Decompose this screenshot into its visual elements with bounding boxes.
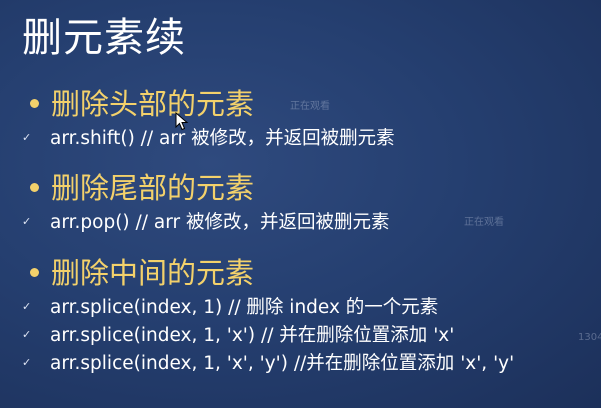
code-line: arr.shift() // arr 被修改，并返回被删元素: [50, 128, 395, 149]
list-item: ✓ arr.shift() // arr 被修改，并返回被删元素: [22, 127, 395, 151]
watermark-text: 1304: [578, 332, 601, 343]
check-icon: ✓: [22, 131, 32, 144]
bullet-dot-icon: [30, 98, 39, 108]
mouse-cursor-icon: [175, 112, 189, 131]
check-icon: ✓: [22, 328, 32, 341]
check-icon: ✓: [22, 356, 32, 369]
bullet-dot-icon: [30, 182, 39, 192]
watermark-text: 正在观看: [464, 217, 504, 228]
slide: 删元素续 删除头部的元素 ✓ arr.shift() // arr 被修改，并返回…: [0, 0, 601, 408]
check-icon: ✓: [22, 215, 32, 228]
code-line: arr.splice(index, 1, 'x', 'y') //并在删除位置添…: [50, 353, 515, 374]
list-item: ✓ arr.splice(index, 1, 'x', 'y') //并在删除位置…: [22, 352, 514, 376]
heading-text: 删除中间的元素: [51, 256, 255, 290]
section-heading-remove-head: 删除头部的元素: [30, 84, 254, 124]
code-line: arr.pop() // arr 被修改，并返回被删元素: [50, 212, 390, 233]
list-item: ✓ arr.splice(index, 1, 'x') // 并在删除位置添加 '…: [22, 324, 454, 348]
code-line: arr.splice(index, 1, 'x') // 并在删除位置添加 'x…: [50, 325, 455, 346]
code-line: arr.splice(index, 1) // 删除 index 的一个元素: [50, 297, 439, 318]
slide-title: 删元素续: [22, 15, 186, 61]
list-item: ✓ arr.splice(index, 1) // 删除 index 的一个元素: [22, 296, 438, 320]
bullet-dot-icon: [30, 267, 39, 277]
heading-text: 删除头部的元素: [51, 87, 255, 121]
list-item: ✓ arr.pop() // arr 被修改，并返回被删元素: [22, 211, 389, 235]
section-heading-remove-middle: 删除中间的元素: [30, 253, 254, 293]
watermark-text: 正在观看: [290, 101, 330, 112]
check-icon: ✓: [22, 300, 32, 313]
section-heading-remove-tail: 删除尾部的元素: [30, 168, 254, 208]
heading-text: 删除尾部的元素: [51, 171, 255, 205]
